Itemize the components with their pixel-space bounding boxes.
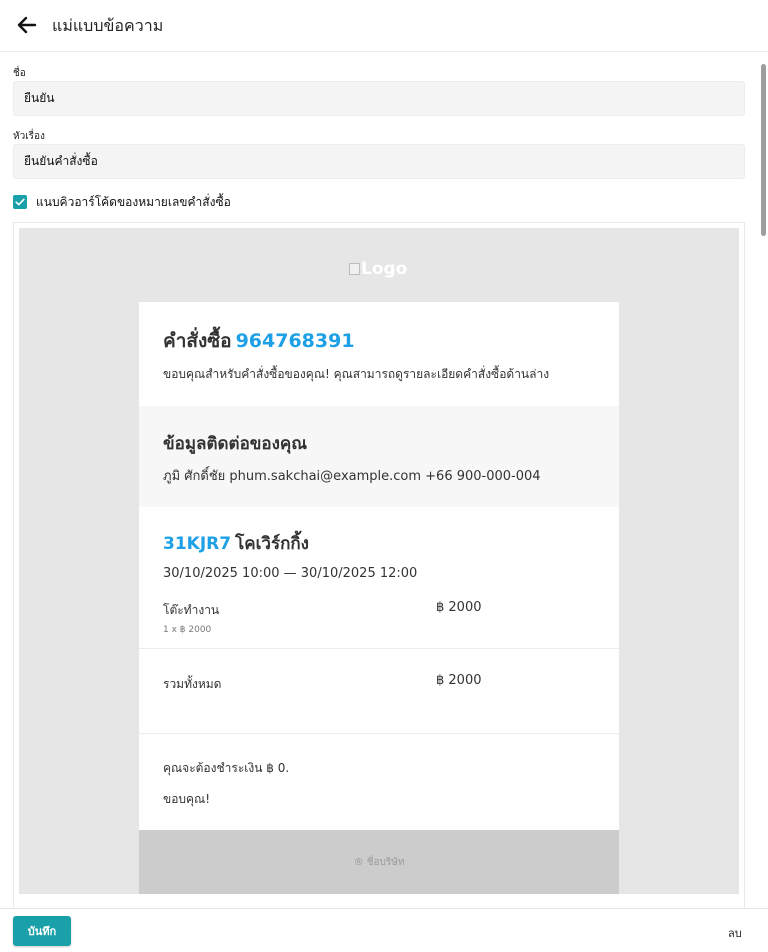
name-field[interactable]: ยืนยัน xyxy=(13,81,745,116)
bottom-action-bar xyxy=(0,908,768,952)
footer-text: ® ชื่อบริษัท xyxy=(353,857,405,868)
qr-checkbox-label: แนบคิวอาร์โค้ดของหมายเลขคำสั่งซื้อ xyxy=(36,194,231,209)
name-label: ชื่อ xyxy=(13,68,26,79)
total-price: ฿ 2000 xyxy=(436,673,482,688)
name-value: ยืนยัน xyxy=(24,91,55,105)
subject-field[interactable]: ยืนยันคำสั่งซื้อ xyxy=(13,144,745,179)
order-heading: คำสั่งซื้อ 964768391 xyxy=(163,326,355,356)
order-heading-label: คำสั่งซื้อ xyxy=(163,330,232,352)
top-bar: แม่แบบข้อความ xyxy=(0,0,768,52)
order-number: 964768391 xyxy=(235,330,355,352)
logo-image: Logo xyxy=(349,258,407,280)
total-label: รวมทั้งหมด xyxy=(163,677,222,691)
broken-image-icon xyxy=(349,263,360,275)
save-button[interactable]: บันทึก xyxy=(13,916,71,946)
back-arrow-icon[interactable] xyxy=(14,12,40,38)
subject-value: ยืนยันคำสั่งซื้อ xyxy=(24,154,98,168)
checkmark-icon xyxy=(15,198,25,206)
payment-note: คุณจะต้องชำระเงิน ฿ 0. xyxy=(163,761,290,775)
scrollbar-thumb[interactable] xyxy=(761,64,766,236)
item-name: โต๊ะทำงาน xyxy=(163,603,220,617)
subject-label: หัวเรื่อง xyxy=(13,131,45,142)
booking-period: 30/10/2025 10:00 — 30/10/2025 12:00 xyxy=(163,566,418,581)
page-title: แม่แบบข้อความ xyxy=(52,16,164,35)
contact-details: ภูมิ ศักดิ์ชัย phum.sakchai@example.com … xyxy=(163,469,541,484)
delete-button[interactable]: ลบ xyxy=(728,924,742,942)
divider xyxy=(139,733,619,734)
order-message: ขอบคุณสำหรับคำสั่งซื้อของคุณ! คุณสามารถด… xyxy=(163,367,550,381)
contact-heading: ข้อมูลติดต่อของคุณ xyxy=(163,434,308,454)
qr-checkbox-row[interactable]: แนบคิวอาร์โค้ดของหมายเลขคำสั่งซื้อ xyxy=(13,194,231,210)
divider xyxy=(139,648,619,649)
item-quantity: 1 x ฿ 2000 xyxy=(163,625,212,635)
booking-heading: 31KJR7 โคเวิร์กกิ้ง xyxy=(163,530,309,557)
logo-alt-text: Logo xyxy=(361,259,408,279)
booking-name: โคเวิร์กกิ้ง xyxy=(235,534,309,554)
item-price: ฿ 2000 xyxy=(436,600,482,615)
qr-checkbox[interactable] xyxy=(13,195,27,209)
thanks-text: ขอบคุณ! xyxy=(163,792,210,806)
booking-code: 31KJR7 xyxy=(163,534,232,554)
